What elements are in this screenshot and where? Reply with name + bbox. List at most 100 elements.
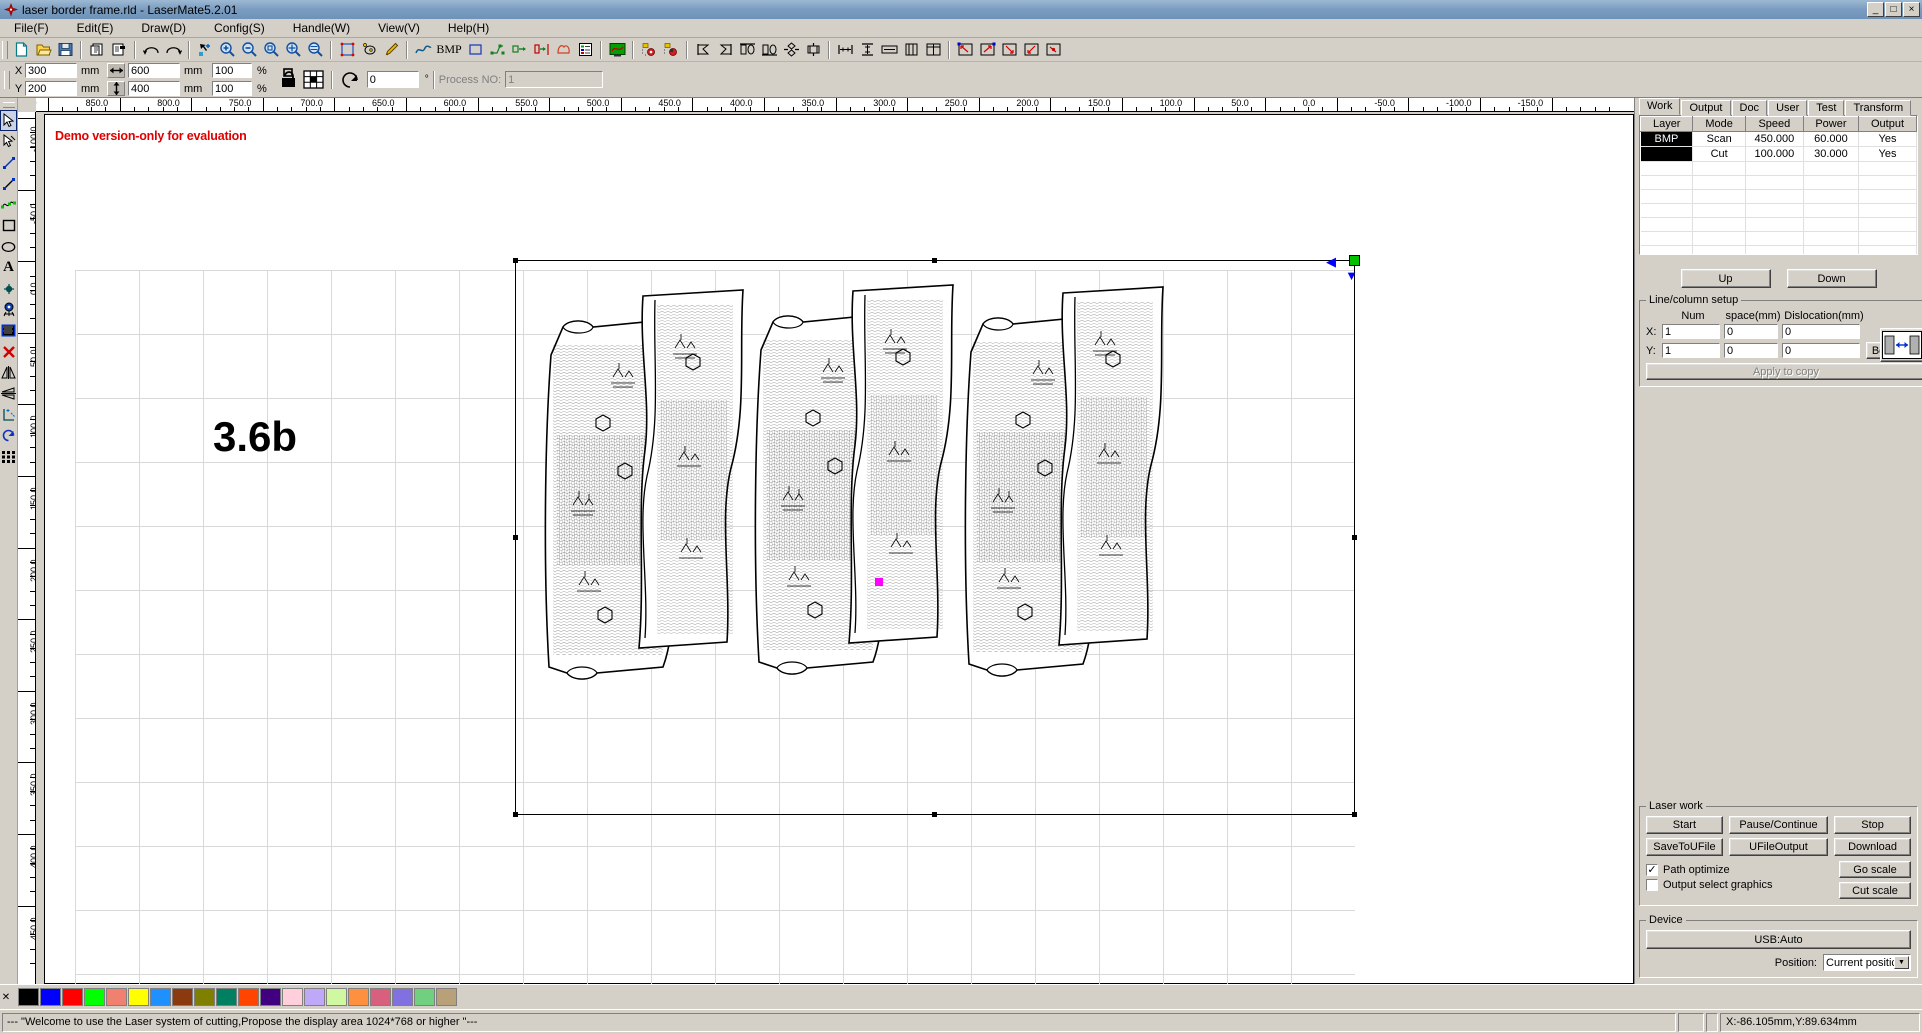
size-same-h-icon[interactable]: [900, 39, 922, 60]
pause-continue-button[interactable]: Pause/Continue: [1728, 816, 1829, 834]
tab-user[interactable]: User: [1768, 100, 1808, 116]
array-icon[interactable]: [0, 446, 17, 467]
layer-power[interactable]: 30.000: [1803, 146, 1860, 162]
layer-speed[interactable]: 450.000: [1745, 131, 1804, 147]
tab-test[interactable]: Test: [1808, 100, 1845, 116]
palette-swatch[interactable]: [326, 988, 347, 1006]
palette-swatch[interactable]: [194, 988, 215, 1006]
layer-up-button[interactable]: Up: [1680, 269, 1771, 288]
import-icon[interactable]: [86, 39, 108, 60]
process-no-input[interactable]: [505, 71, 604, 88]
selection-handle-bl[interactable]: [513, 812, 518, 817]
palette-swatch[interactable]: [216, 988, 237, 1006]
palette-swatch[interactable]: [18, 988, 39, 1006]
size-same-icon[interactable]: [922, 39, 944, 60]
zoom-window-icon[interactable]: [260, 39, 282, 60]
start-bottomleft-icon[interactable]: [1020, 39, 1042, 60]
preview-icon[interactable]: [606, 39, 628, 60]
layer-power[interactable]: 60.000: [1803, 131, 1860, 147]
bmp-label-icon[interactable]: BMP: [434, 39, 464, 60]
palette-swatch[interactable]: [238, 988, 259, 1006]
table-row[interactable]: [1640, 245, 1917, 254]
align-bottom-icon[interactable]: [758, 39, 780, 60]
line-icon[interactable]: [0, 152, 17, 173]
layer-mode[interactable]: Cut: [1692, 146, 1746, 162]
download-button[interactable]: Download: [1834, 838, 1911, 856]
undo-icon[interactable]: [140, 39, 162, 60]
toolbar-grip[interactable]: [2, 40, 8, 59]
trace-icon[interactable]: [358, 39, 380, 60]
dist-h-icon[interactable]: [834, 39, 856, 60]
rotate-icon[interactable]: [337, 67, 363, 93]
text-icon[interactable]: A: [0, 257, 17, 278]
spacing-preview-icon[interactable]: [1880, 328, 1922, 362]
ufile-output-button[interactable]: UFileOutput: [1728, 838, 1829, 856]
new-file-icon[interactable]: [10, 39, 32, 60]
path-optimize-row[interactable]: ✓ Path optimize: [1646, 864, 1839, 876]
lc-y-disloc-input[interactable]: [1782, 343, 1860, 358]
table-row[interactable]: BMP Scan 450.000 60.000 Yes: [1640, 131, 1917, 147]
apply-to-copy-button[interactable]: Apply to copy: [1646, 363, 1922, 380]
output-select-row[interactable]: Output select graphics: [1646, 879, 1839, 891]
lefttools-grip[interactable]: [2, 102, 15, 108]
layer-table[interactable]: Layer Mode Speed Power Output BMP Scan 4…: [1639, 115, 1918, 255]
start-bottomright-icon[interactable]: [998, 39, 1020, 60]
rectangle-icon[interactable]: [0, 215, 17, 236]
dist-v-icon[interactable]: [856, 39, 878, 60]
layer-down-button[interactable]: Down: [1786, 269, 1877, 288]
menu-edit[interactable]: Edit(E): [63, 19, 128, 37]
align-center-v-icon[interactable]: [802, 39, 824, 60]
bitmap-icon[interactable]: [0, 320, 17, 341]
lc-x-space-input[interactable]: [1724, 324, 1778, 339]
palette-swatch[interactable]: [62, 988, 83, 1006]
layer-color-swatch[interactable]: [1640, 146, 1694, 162]
vertical-size-icon[interactable]: [107, 81, 125, 96]
palette-swatch[interactable]: [40, 988, 61, 1006]
palette-swatch[interactable]: [282, 988, 303, 1006]
frame-icon[interactable]: [336, 39, 358, 60]
palette-swatch[interactable]: [304, 988, 325, 1006]
selection-handle-tc[interactable]: [932, 258, 937, 263]
zoom-extents-icon[interactable]: [282, 39, 304, 60]
stop-button[interactable]: Stop: [1834, 816, 1911, 834]
palette-swatch[interactable]: [106, 988, 127, 1006]
node-edit-icon[interactable]: [0, 131, 17, 152]
point-icon[interactable]: [0, 278, 17, 299]
width-input[interactable]: [128, 63, 180, 78]
open-file-icon[interactable]: [32, 39, 54, 60]
outline-icon[interactable]: [552, 39, 574, 60]
align-left-icon[interactable]: [692, 39, 714, 60]
lc-y-space-input[interactable]: [1724, 343, 1778, 358]
coordbar-grip[interactable]: [4, 70, 10, 89]
maximize-button[interactable]: □: [1885, 2, 1902, 17]
colorlist-icon[interactable]: [574, 39, 596, 60]
palette-swatch[interactable]: [392, 988, 413, 1006]
node-icon[interactable]: [486, 39, 508, 60]
path-optimize-checkbox[interactable]: ✓: [1646, 864, 1658, 876]
table-row[interactable]: Cut 100.000 30.000 Yes: [1640, 146, 1917, 162]
palette-close-icon[interactable]: ✕: [0, 992, 12, 1003]
origin-set-icon[interactable]: [638, 39, 660, 60]
align-center-h-icon[interactable]: [780, 39, 802, 60]
start-topleft-icon[interactable]: [954, 39, 976, 60]
lock-icon[interactable]: [277, 65, 301, 95]
save-to-ufile-button[interactable]: SaveToUFile: [1646, 838, 1723, 856]
delete-icon[interactable]: [0, 341, 17, 362]
grid-anchor-icon[interactable]: [301, 65, 327, 95]
menu-config[interactable]: Config(S): [200, 19, 279, 37]
zoom-out-icon[interactable]: [238, 39, 260, 60]
selection-handle-mr[interactable]: [1352, 534, 1357, 540]
lc-x-disloc-input[interactable]: [1782, 324, 1860, 339]
scale-y-input[interactable]: [212, 81, 252, 96]
close-button[interactable]: ×: [1903, 2, 1920, 17]
layer-mode[interactable]: Scan: [1692, 131, 1746, 147]
layer-output[interactable]: Yes: [1858, 146, 1917, 162]
selection-origin-handle[interactable]: [1349, 255, 1360, 266]
palette-swatch[interactable]: [414, 988, 435, 1006]
usb-device-button[interactable]: USB:Auto: [1646, 930, 1911, 949]
menu-file[interactable]: File(F): [0, 19, 63, 37]
palette-swatch[interactable]: [172, 988, 193, 1006]
array-icon[interactable]: [508, 39, 530, 60]
palette-swatch[interactable]: [150, 988, 171, 1006]
rotate-icon[interactable]: [0, 425, 17, 446]
